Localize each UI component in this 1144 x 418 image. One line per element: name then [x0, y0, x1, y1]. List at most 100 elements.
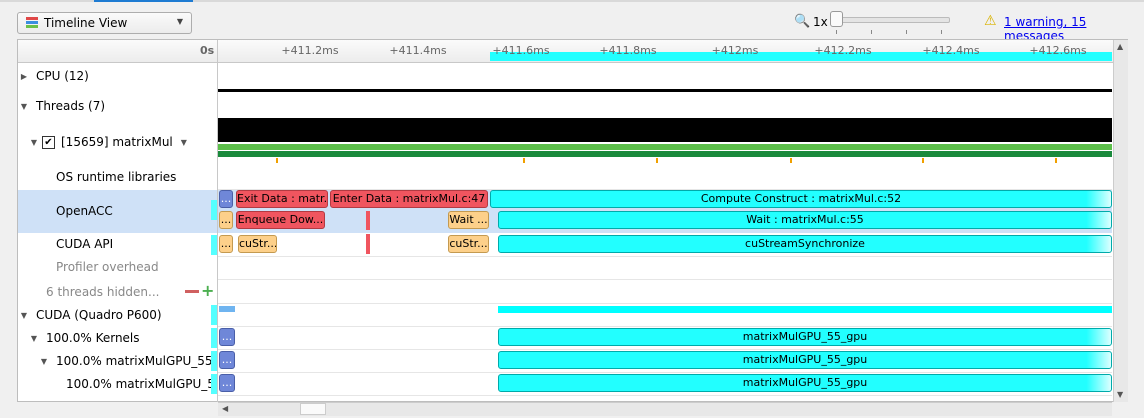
row-label: OpenACC: [56, 204, 113, 218]
kernel-event[interactable]: matrixMulGPU_55_gpu: [498, 351, 1112, 369]
row-divider: [218, 279, 1112, 280]
ruler-tick: +411.4ms: [389, 44, 447, 57]
scroll-down-icon[interactable]: ▼: [1117, 390, 1123, 399]
event-marker: [523, 158, 525, 163]
magnifier-icon: 🔍: [794, 14, 811, 29]
openacc-event[interactable]: ...: [219, 211, 233, 229]
hide-threads-button[interactable]: [185, 290, 199, 293]
ruler-tick: +411.2ms: [281, 44, 339, 57]
warning-icon: ⚠: [984, 13, 997, 29]
vertical-scrollbar[interactable]: ▲ ▼: [1113, 40, 1128, 402]
collapse-icon[interactable]: ▼: [38, 357, 50, 366]
ruler-tick: +411.6ms: [492, 44, 550, 57]
process-checkbox[interactable]: ✔: [42, 135, 55, 149]
row-cuda-api[interactable]: CUDA API: [56, 233, 113, 255]
row-divider: [218, 395, 1112, 396]
row-label: CPU (12): [36, 69, 89, 83]
cuda-api-event[interactable]: ...: [219, 235, 233, 253]
row-kernels[interactable]: ▼ 100.0% Kernels: [28, 327, 140, 349]
row-process[interactable]: ▼ ✔ [15659] matrixMul ▼: [28, 131, 187, 153]
kernel-event[interactable]: ...: [219, 328, 235, 346]
row-marker: [211, 235, 217, 255]
kernel-event[interactable]: ...: [219, 351, 235, 369]
panel-splitter[interactable]: [217, 40, 218, 402]
kernel-event[interactable]: matrixMulGPU_55_gpu: [498, 374, 1112, 392]
stream-synchronize-event[interactable]: cuStreamSynchronize: [498, 235, 1112, 253]
ruler-tick: +412ms: [711, 44, 759, 57]
row-hidden-threads: 6 threads hidden...: [46, 281, 159, 303]
timeline-icon: [26, 17, 38, 29]
cuda-api-event[interactable]: cuStr...: [238, 235, 277, 253]
enter-data-event[interactable]: Enter Data : matrixMul.c:47: [330, 190, 488, 208]
slider-tick: [906, 30, 907, 34]
row-divider: [218, 256, 1112, 257]
zoom-slider[interactable]: [830, 17, 950, 23]
active-tab-indicator: [94, 0, 193, 2]
event-marker: [656, 158, 658, 163]
row-label: 100.0% Kernels: [46, 331, 140, 345]
collapse-icon[interactable]: ▼: [28, 138, 40, 147]
exit-data-event[interactable]: Exit Data : matr...: [236, 190, 328, 208]
collapse-icon[interactable]: ▼: [28, 334, 40, 343]
ruler-tick: +411.8ms: [599, 44, 657, 57]
view-select-label: Timeline View: [44, 16, 128, 30]
row-marker: [211, 374, 217, 394]
collapse-icon[interactable]: ▼: [18, 102, 30, 111]
event-marker: [1055, 158, 1057, 163]
row-label: OS runtime libraries: [56, 170, 177, 184]
event-marker: [922, 158, 924, 163]
chevron-down-icon: ▼: [176, 17, 183, 26]
kernel-event[interactable]: ...: [219, 374, 235, 392]
event-marker: [790, 158, 792, 163]
enqueue-download-event[interactable]: Enqueue Dow...: [236, 211, 325, 229]
horizontal-scrollbar[interactable]: ◀: [218, 402, 1112, 416]
zoom-slider-thumb[interactable]: [830, 11, 843, 27]
zoom-level: 1x: [813, 15, 828, 29]
slider-tick: [836, 30, 837, 34]
row-label: CUDA API: [56, 237, 114, 251]
row-divider: [218, 303, 1112, 304]
row-label: [15659] matrixMul: [61, 135, 173, 149]
row-cpu[interactable]: ▶ CPU (12): [18, 65, 89, 87]
chevron-down-icon[interactable]: ▼: [181, 138, 187, 147]
row-profiler-overhead[interactable]: Profiler overhead: [56, 256, 159, 278]
row-marker: [211, 200, 217, 220]
scroll-up-icon[interactable]: ▲: [1117, 42, 1123, 51]
compute-construct-event[interactable]: Compute Construct : matrixMul.c:52: [490, 190, 1112, 208]
row-cuda-device[interactable]: ▼ CUDA (Quadro P600): [18, 304, 162, 326]
collapse-icon[interactable]: ▼: [18, 311, 30, 320]
slider-tick: [941, 30, 942, 34]
ruler-origin: 0s: [200, 44, 215, 57]
row-label: Profiler overhead: [56, 260, 159, 274]
row-kernel-1[interactable]: ▼ 100.0% matrixMulGPU_55_gp: [38, 350, 216, 372]
thread-state-bar: [218, 151, 1112, 157]
row-label: 100.0% matrixMulGPU_55_g: [66, 377, 211, 391]
scroll-thumb[interactable]: [300, 403, 326, 415]
show-threads-button[interactable]: +: [201, 283, 214, 299]
row-label: 100.0% matrixMulGPU_55_gp: [56, 354, 216, 368]
wait-event[interactable]: Wait : matrixMul.c:55: [498, 211, 1112, 229]
row-openacc[interactable]: OpenACC: [56, 200, 113, 222]
wait-event[interactable]: Wait ...: [448, 211, 489, 229]
kernel-event[interactable]: matrixMulGPU_55_gpu: [498, 328, 1112, 346]
row-divider: [218, 326, 1112, 327]
row-label: 6 threads hidden...: [46, 285, 160, 299]
scroll-left-icon[interactable]: ◀: [222, 404, 228, 413]
expand-icon[interactable]: ▶: [18, 72, 30, 81]
short-event[interactable]: [366, 211, 370, 230]
selection-range: [490, 52, 1112, 61]
short-event[interactable]: [366, 234, 370, 254]
row-marker: [211, 305, 217, 325]
row-marker: [211, 328, 217, 348]
row-kernel-2[interactable]: 100.0% matrixMulGPU_55_g: [66, 373, 211, 395]
openacc-event[interactable]: ...: [219, 190, 233, 208]
row-label: Threads (7): [36, 99, 106, 113]
row-marker: [211, 351, 217, 371]
event-marker: [276, 158, 278, 163]
cuda-api-event[interactable]: cuStr...: [448, 235, 489, 253]
view-select[interactable]: Timeline View ▼: [17, 12, 192, 34]
slider-tick: [871, 30, 872, 34]
row-threads[interactable]: ▼ Threads (7): [18, 95, 105, 117]
row-os-runtime[interactable]: OS runtime libraries: [56, 166, 176, 188]
row-divider: [218, 349, 1112, 350]
